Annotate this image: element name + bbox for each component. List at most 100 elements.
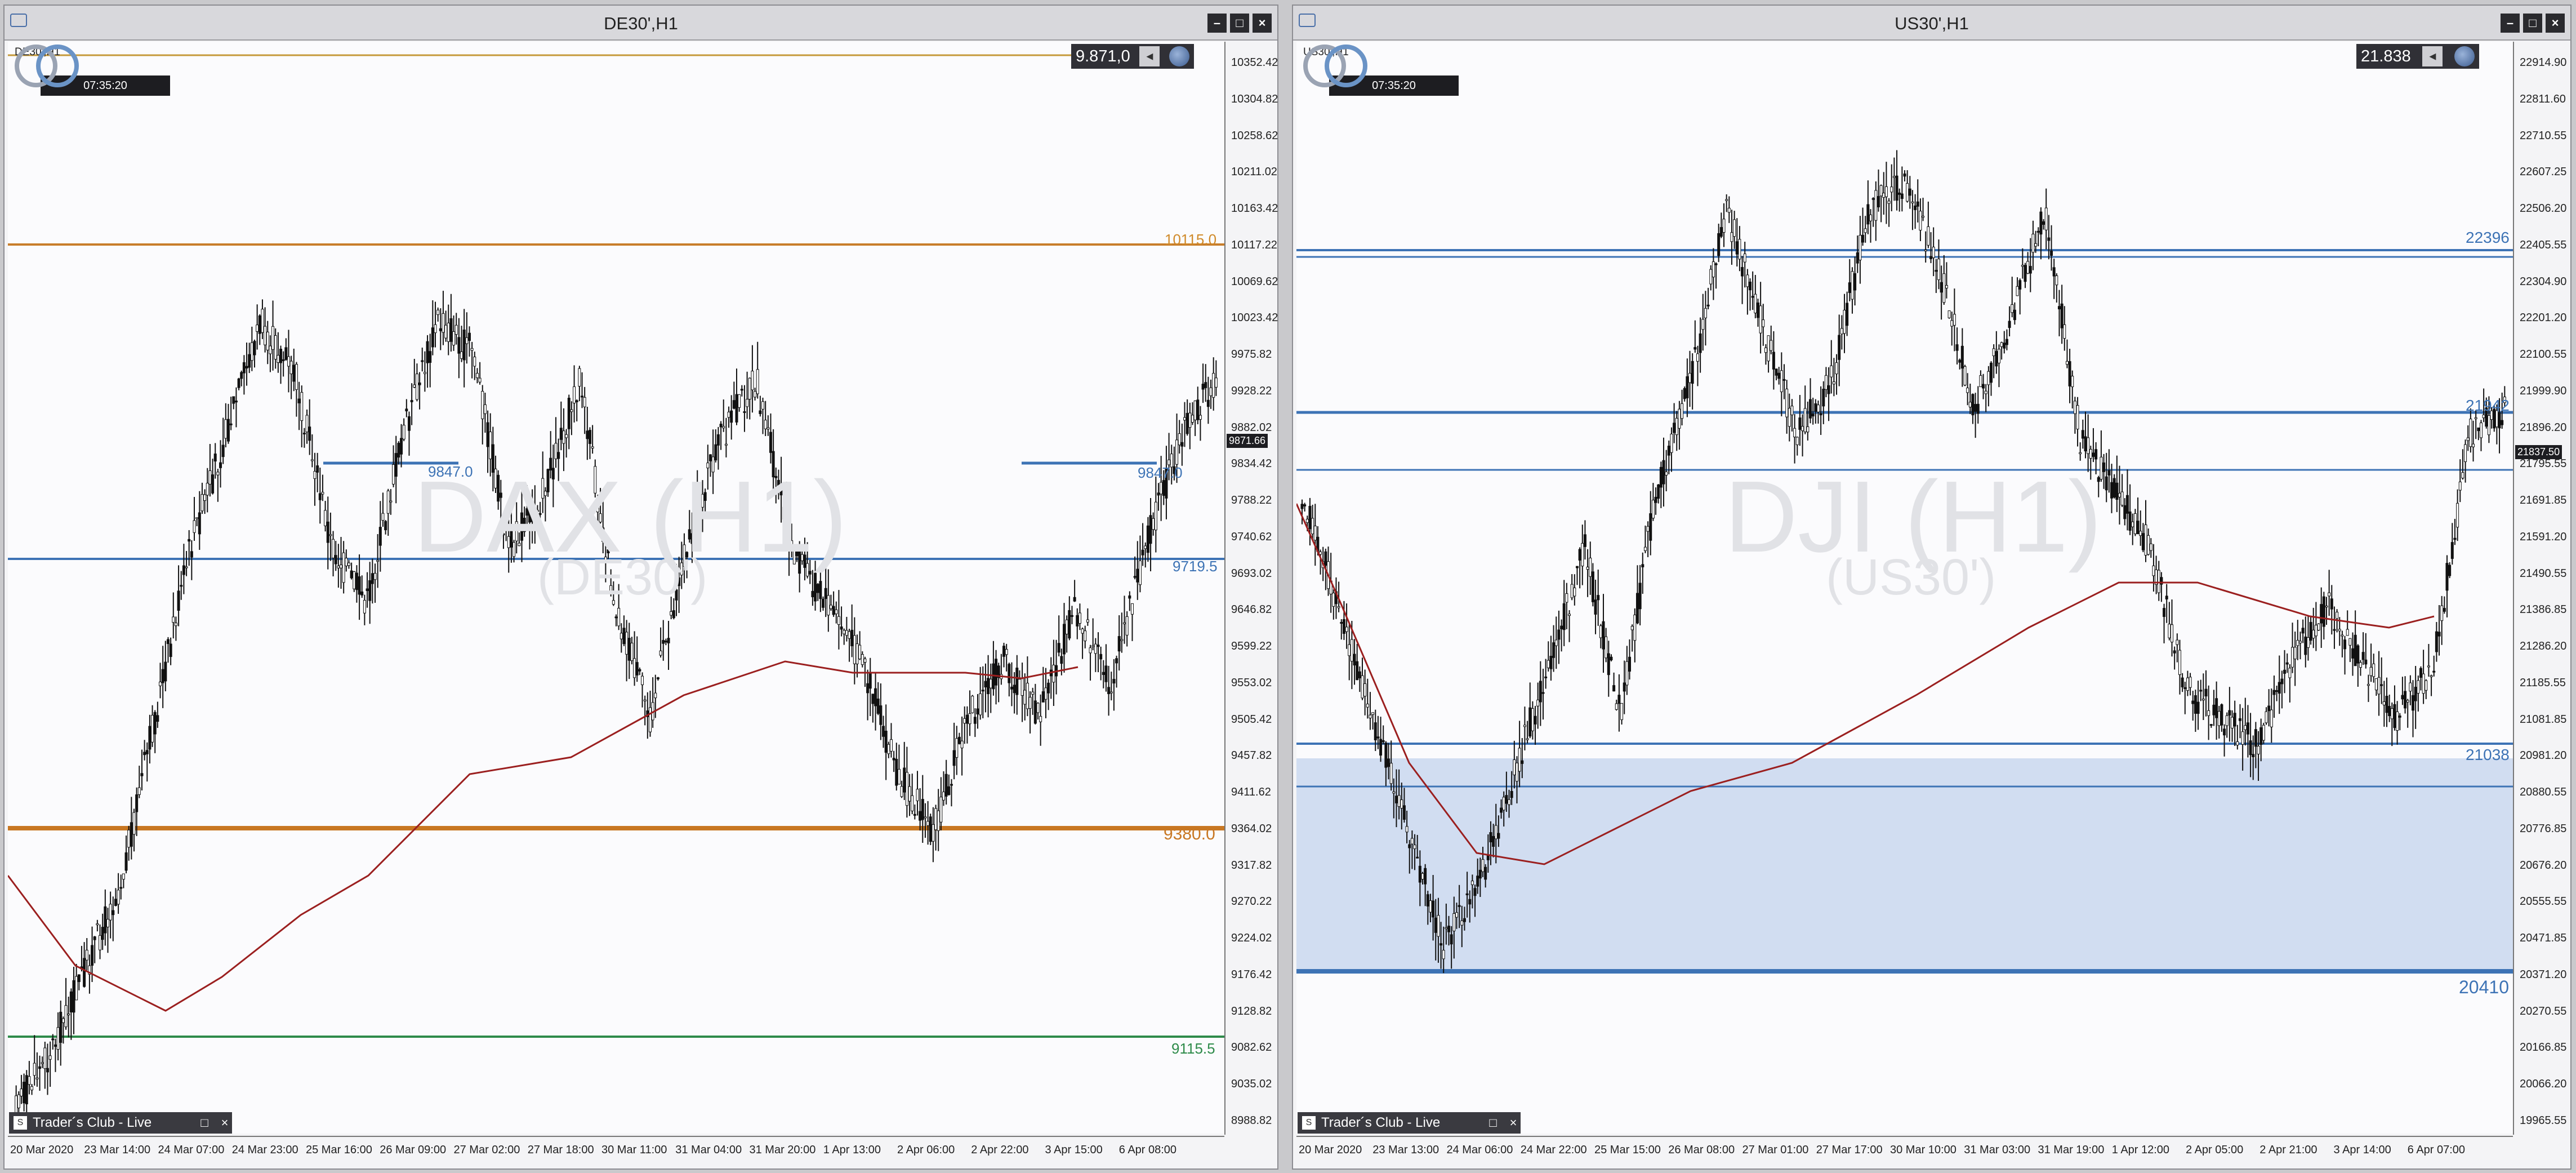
globe-icon[interactable] [1169,46,1189,66]
candle-body [960,740,964,749]
price-chart[interactable]: US30',H1 07:35:20 21.838 ◂ DJI (H1) (US3… [1296,42,2513,1134]
candle-body [287,356,290,367]
candle-body [2196,701,2200,714]
y-tick-label: 9082.62 [1231,1041,1272,1054]
candle-body [2003,343,2006,349]
level-label: 9847.0 [1138,464,1183,481]
time-axis[interactable]: 20 Mar 2020 23 Mar 14:00 24 Mar 07:00 24 Ma… [8,1136,1224,1168]
candle-body [1806,426,1810,433]
candle-body [1473,888,1477,896]
candle-body [573,386,576,403]
live-panel-restore-button[interactable]: □ [1486,1116,1500,1130]
price-chart[interactable]: DE30',H1 07:35:20 9.871,0 ◂ DAX (H1) (DE… [8,42,1224,1134]
y-tick-label: 21286.20 [2520,640,2567,653]
candle-body [1790,406,1794,415]
candle-body [334,555,337,565]
candle-body [2425,680,2428,691]
candle-body [392,464,395,485]
globe-icon[interactable] [2454,46,2475,66]
one-click-trading-box[interactable]: 21.838 ◂ [2356,44,2479,69]
candle-body [732,400,736,409]
moving-average-line [8,660,1078,1012]
candle-body [827,595,830,616]
close-button[interactable]: × [2546,14,2565,33]
candle-body [2215,698,2218,718]
candle-body [373,573,377,580]
candle-body [35,1077,39,1079]
candle-body [2267,705,2271,712]
chart-window-us30[interactable]: US30',H1 – □ × US30',H1 07:35:20 21.838 … [1292,5,2571,1170]
minimize-button[interactable]: – [1207,14,1227,33]
candle-body [1363,683,1367,697]
candle-body [1832,381,1835,385]
maximize-button[interactable]: □ [1230,14,1249,33]
x-tick-label: 2 Apr 22:00 [971,1144,1029,1156]
candle-body [1060,656,1063,664]
expand-arrow-icon[interactable]: ◂ [2422,46,2443,66]
y-tick-label: 10117.22 [1231,238,1277,251]
price-axis[interactable]: 21837.50 22914.90 22811.60 22710.55 22607.2… [2513,42,2570,1135]
price-axis[interactable]: 9871.66 10352.42 10304.82 10258.62 10211.02… [1224,42,1278,1135]
candle-body [366,588,369,591]
candle-body [59,1011,63,1043]
candle-body [1434,917,1437,933]
candle-body [486,422,489,447]
candle-body [1895,175,1898,201]
candle-body [1772,352,1775,370]
candle-body [1097,645,1100,647]
candle-body [2254,729,2257,747]
live-panel-bar[interactable]: S Trader´s Club - Live □ × [1298,1112,1521,1134]
y-tick-label: 21386.85 [2520,603,2567,616]
candle-body [1036,703,1040,713]
candle-body [1782,379,1786,381]
window-titlebar[interactable]: DE30',H1 – □ × [5,6,1277,41]
x-tick-label: 24 Mar 07:00 [158,1144,225,1156]
candle-body [289,361,293,375]
chart-window-de30[interactable]: DE30',H1 – □ × DE30',H1 07:35:20 9.871,0… [3,5,1278,1170]
candle-body [1324,551,1327,566]
live-panel-close-button[interactable]: × [1506,1116,1521,1130]
candle-body [1746,274,1749,287]
candle-body [903,767,906,793]
candle-body [91,945,94,966]
candle-body [1594,599,1597,615]
candle-body [2361,652,2365,660]
live-panel-bar[interactable]: S Trader´s Club - Live □ × [9,1112,232,1134]
minimize-button[interactable]: – [2501,14,2520,33]
candle-body [1602,621,1605,650]
y-tick-label: 9975.82 [1231,348,1272,361]
maximize-button[interactable]: □ [2523,14,2542,33]
candle-body [371,573,374,584]
candle-body [1617,695,1621,704]
candle-body [1688,372,1692,383]
candle-body [769,432,772,453]
live-panel-restore-button[interactable]: □ [197,1116,212,1130]
candle-body [1922,216,1925,218]
candle-body [1342,619,1345,634]
candle-body [337,566,340,568]
candle-body [1023,690,1027,705]
candle-body [2087,437,2090,454]
close-button[interactable]: × [1253,14,1272,33]
candle-body [384,521,387,531]
live-panel-close-button[interactable]: × [217,1116,232,1130]
y-tick-label: 20471.85 [2520,932,2567,945]
candle-body [1935,270,1938,272]
candle-body [1866,204,1870,225]
time-axis[interactable]: 20 Mar 2020 23 Mar 13:00 24 Mar 06:00 24 Ma… [1296,1136,2513,1168]
candle-body [1798,417,1802,430]
window-title: US30',H1 [1895,14,1969,33]
candle-body [2382,701,2386,705]
one-click-trading-box[interactable]: 9.871,0 ◂ [1071,44,1194,69]
candle-body [1452,913,1456,931]
candle-body [397,443,400,458]
candle-body [2380,684,2383,686]
y-tick-label: 9128.82 [1231,1005,1272,1018]
candle-body [1727,207,1731,213]
window-titlebar[interactable]: US30',H1 – □ × [1293,6,2570,41]
candle-body [1649,513,1652,541]
candle-body [353,571,356,589]
candle-body [2042,221,2045,225]
expand-arrow-icon[interactable]: ◂ [1139,46,1160,66]
candle-body [1722,219,1726,233]
